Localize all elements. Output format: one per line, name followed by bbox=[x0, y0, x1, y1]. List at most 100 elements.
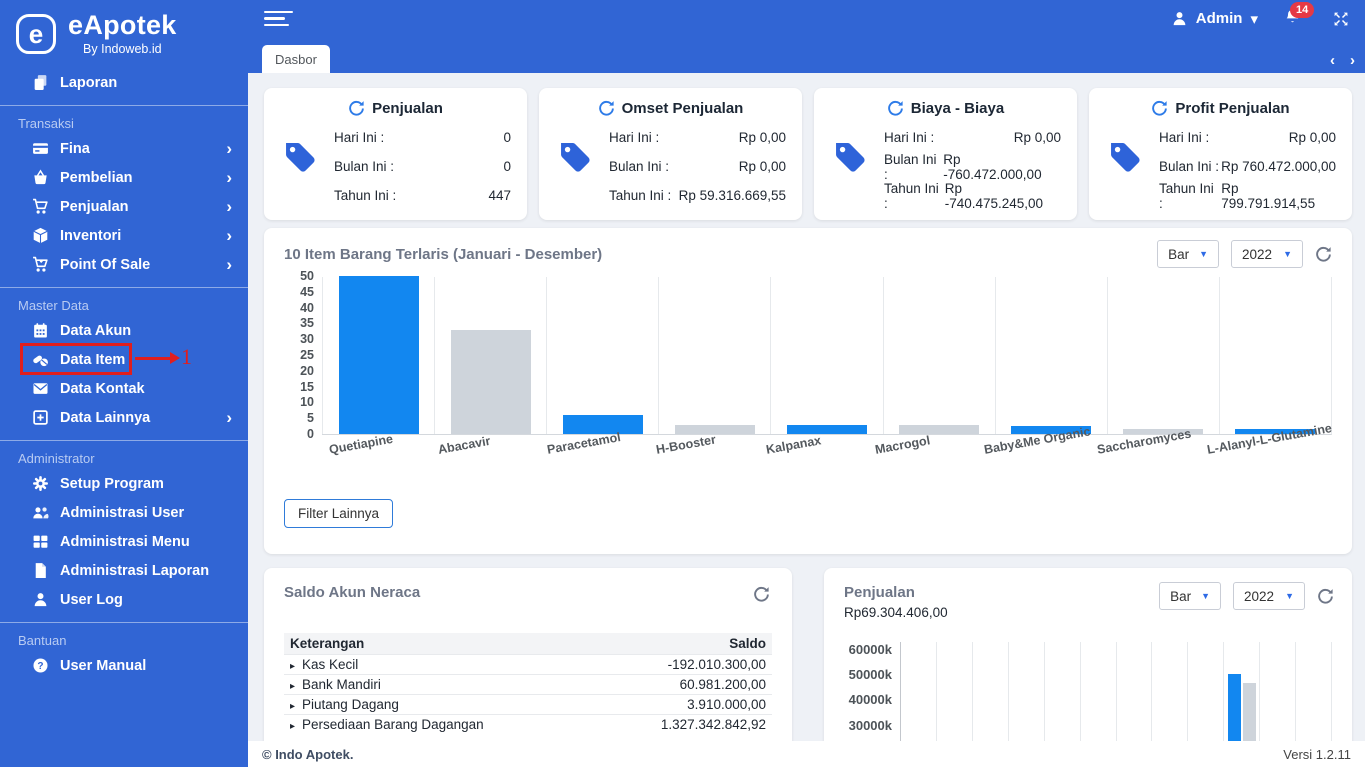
box-icon bbox=[33, 227, 48, 244]
eapotek-dashboard: e eApotek By Indoweb.id Laporan Transaks… bbox=[0, 0, 1365, 767]
sidebar-item-penjualan[interactable]: Penjualan › bbox=[0, 192, 248, 221]
chart-year-select[interactable]: 2022 ▼ bbox=[1233, 582, 1305, 610]
credit-card-icon bbox=[33, 143, 48, 154]
notifications-button[interactable]: 14 bbox=[1284, 1, 1315, 30]
refresh-icon[interactable] bbox=[1317, 588, 1334, 605]
summary-card-profit-penjualan: Profit Penjualan Hari Ini : Rp 0,00 Bulan… bbox=[1089, 88, 1352, 220]
bar-Abacavir bbox=[450, 329, 531, 434]
sidebar-item-administrasi-menu[interactable]: Administrasi Menu bbox=[0, 527, 248, 556]
sidebar-item-user-manual[interactable]: ? User Manual bbox=[0, 651, 248, 680]
table-row[interactable]: ▸ Kas Kecil -192.010.300,00 bbox=[284, 653, 772, 674]
sidebar-item-data-lainnya[interactable]: Data Lainnya › bbox=[0, 403, 248, 432]
user-icon bbox=[34, 593, 47, 607]
sidebar-item-point-of-sale[interactable]: Point Of Sale › bbox=[0, 250, 248, 279]
chevron-right-icon: › bbox=[226, 168, 232, 187]
account-name: Persediaan Barang Dagangan bbox=[302, 716, 484, 732]
sidebar-item-fina[interactable]: Fina › bbox=[0, 134, 248, 163]
copyright-text: © Indo Apotek. bbox=[262, 746, 354, 762]
account-saldo: 1.327.342.842,92 bbox=[594, 713, 772, 734]
account-name: Kas Kecil bbox=[302, 656, 359, 672]
stat-value: Rp -760.472.000,00 bbox=[943, 151, 1042, 182]
account-name: Bank Mandiri bbox=[302, 676, 381, 692]
refresh-icon[interactable] bbox=[1315, 246, 1332, 263]
caret-down-icon: ▼ bbox=[1283, 249, 1292, 259]
user-menu[interactable]: Admin ▾ bbox=[1171, 10, 1258, 28]
calendar-icon bbox=[34, 323, 47, 338]
sidebar-item-label: Data Akun bbox=[60, 322, 132, 339]
stat-label: Bulan Ini : bbox=[334, 159, 395, 174]
caret-down-icon: ▼ bbox=[1199, 249, 1208, 259]
chevron-right-icon: › bbox=[226, 255, 232, 274]
row-expand-icon: ▸ bbox=[290, 720, 296, 732]
neraca-table: Keterangan Saldo ▸ Kas Kecil -192.010.300… bbox=[284, 633, 772, 734]
brand: e eApotek By Indoweb.id bbox=[0, 0, 248, 62]
sidebar-item-user-log[interactable]: User Log bbox=[0, 585, 248, 614]
table-row[interactable]: ▸ Persediaan Barang Dagangan 1.327.342.84… bbox=[284, 713, 772, 734]
table-row[interactable]: ▸ Bank Mandiri 60.981.200,00 bbox=[284, 673, 772, 694]
bottom-panels-row: Saldo Akun Neraca Keterangan Saldo ▸ Kas … bbox=[264, 568, 1352, 767]
pills-icon bbox=[33, 355, 48, 367]
refresh-icon[interactable] bbox=[1151, 100, 1168, 117]
account-saldo: 3.910.000,00 bbox=[594, 693, 772, 714]
stat-label: Tahun Ini : bbox=[884, 180, 939, 211]
stat-label: Tahun Ini : bbox=[1159, 180, 1214, 211]
bar-Kalpanax bbox=[787, 424, 867, 434]
app-byline: By Indoweb.id bbox=[83, 42, 162, 56]
account-name: Piutang Dagang bbox=[302, 696, 399, 712]
card-title: Biaya - Biaya bbox=[910, 100, 1005, 117]
annotation-step-number: 1 bbox=[181, 344, 192, 369]
row-expand-icon: ▸ bbox=[290, 680, 296, 692]
divider bbox=[0, 622, 248, 623]
tab-dasbor[interactable]: Dasbor bbox=[262, 45, 330, 73]
sidebar-item-label: Data Kontak bbox=[60, 380, 145, 397]
envelope-icon bbox=[33, 383, 48, 394]
fullscreen-icon[interactable] bbox=[1333, 11, 1349, 27]
chart-type-select[interactable]: Bar ▼ bbox=[1157, 240, 1219, 268]
sidebar-item-label: Pembelian bbox=[60, 169, 133, 186]
refresh-icon[interactable] bbox=[598, 100, 615, 117]
tabbar: Dasbor ‹ › bbox=[248, 37, 1365, 73]
sidebar-toggle-button[interactable] bbox=[264, 10, 293, 27]
question-circle-icon: ? bbox=[33, 658, 48, 673]
chevron-right-icon: › bbox=[226, 408, 232, 427]
filter-lainnya-button[interactable]: Filter Lainnya bbox=[284, 499, 394, 528]
bar-Macrogol bbox=[899, 424, 980, 434]
footer: © Indo Apotek. Versi 1.2.11 bbox=[248, 741, 1365, 767]
stat-label: Hari Ini : bbox=[609, 130, 660, 145]
stat-value: Rp 59.316.669,55 bbox=[678, 188, 786, 203]
top-items-chart-panel: 10 Item Barang Terlaris (Januari - Desem… bbox=[264, 228, 1352, 554]
table-row[interactable]: ▸ Piutang Dagang 3.910.000,00 bbox=[284, 693, 772, 714]
section-label-master-data: Master Data bbox=[18, 298, 89, 313]
refresh-icon[interactable] bbox=[348, 100, 365, 117]
users-icon bbox=[33, 507, 49, 519]
x-axis-labels: Quetiapine Abacavir Paracetamol H-Booster Ka… bbox=[328, 421, 1333, 457]
main-content: Penjualan Hari Ini : 0 Bulan Ini : 0 Tahun… bbox=[248, 73, 1365, 767]
panel-title: Saldo Akun Neraca bbox=[284, 584, 421, 601]
sidebar-item-label: User Manual bbox=[60, 657, 147, 674]
sidebar-item-administrasi-user[interactable]: Administrasi User bbox=[0, 498, 248, 527]
stat-label: Tahun Ini : bbox=[609, 188, 672, 203]
sidebar-item-administrasi-laporan[interactable]: Administrasi Laporan bbox=[0, 556, 248, 585]
sidebar-item-inventori[interactable]: Inventori › bbox=[0, 221, 248, 250]
copy-icon bbox=[34, 75, 47, 90]
chart-year-select[interactable]: 2022 ▼ bbox=[1231, 240, 1303, 268]
sidebar-item-laporan[interactable]: Laporan bbox=[0, 68, 248, 97]
sidebar-item-pembelian[interactable]: Pembelian › bbox=[0, 163, 248, 192]
sidebar-item-setup-program[interactable]: Setup Program bbox=[0, 469, 248, 498]
sidebar: e eApotek By Indoweb.id Laporan Transaks… bbox=[0, 0, 248, 767]
divider bbox=[0, 440, 248, 441]
summary-cards-row: Penjualan Hari Ini : 0 Bulan Ini : 0 Tahun… bbox=[264, 88, 1352, 220]
sidebar-item-data-item[interactable]: Data Item bbox=[0, 345, 248, 374]
bar-Quetiapine bbox=[338, 276, 419, 434]
refresh-icon[interactable] bbox=[753, 586, 770, 603]
stat-value: Rp -740.475.245,00 bbox=[944, 180, 1044, 211]
tab-scroll-right-icon[interactable]: › bbox=[1350, 52, 1355, 69]
sidebar-item-data-akun[interactable]: Data Akun bbox=[0, 316, 248, 345]
chart-type-select[interactable]: Bar ▼ bbox=[1159, 582, 1221, 610]
tag-icon bbox=[1111, 143, 1140, 172]
sidebar-item-data-kontak[interactable]: Data Kontak bbox=[0, 374, 248, 403]
sidebar-item-label: Administrasi User bbox=[60, 504, 185, 521]
refresh-icon[interactable] bbox=[887, 100, 904, 117]
stat-value: Rp 760.472.000,00 bbox=[1221, 159, 1336, 174]
tab-scroll-left-icon[interactable]: ‹ bbox=[1330, 52, 1335, 69]
